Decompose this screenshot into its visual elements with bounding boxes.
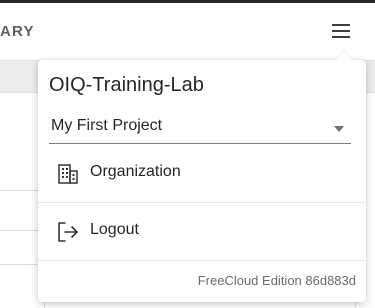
edition-label: FreeCloud Edition 86d883d (197, 273, 356, 288)
dropdown-caret (335, 52, 353, 61)
hamburger-menu-button[interactable] (326, 19, 356, 45)
logout-icon (56, 220, 80, 244)
app-header: ARY (0, 3, 375, 61)
menu-item-label: Organization (90, 163, 181, 180)
header-title: ARY (0, 23, 35, 40)
menu-item-organization[interactable]: Organization (38, 145, 366, 201)
account-dropdown-menu: OIQ-Training-Lab My First Project Organi… (38, 52, 366, 302)
hamburger-icon (332, 24, 350, 38)
building-icon (56, 162, 80, 186)
menu-item-label: Logout (90, 221, 139, 238)
menu-item-logout[interactable]: Logout (38, 203, 366, 259)
menu-divider (38, 260, 366, 261)
project-select-value: My First Project (51, 117, 163, 134)
project-select[interactable]: My First Project (49, 115, 351, 144)
organization-name: OIQ-Training-Lab (49, 74, 204, 96)
chevron-down-icon (334, 126, 344, 132)
